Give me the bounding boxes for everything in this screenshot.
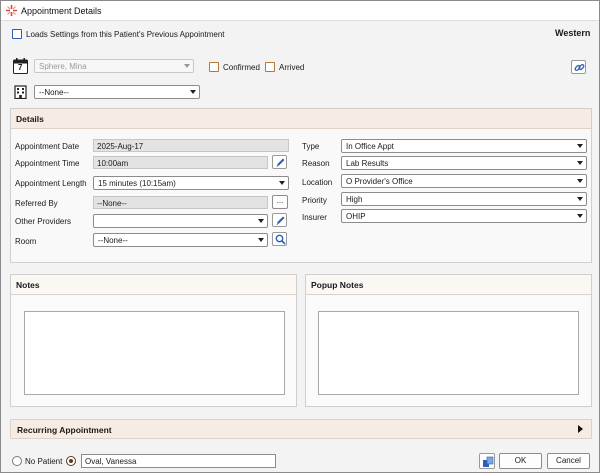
patient-field[interactable]: Oval, Vanessa xyxy=(81,454,276,468)
appointment-date-value: 2025-Aug-17 xyxy=(97,142,144,151)
referred-by-browse-button[interactable]: ... xyxy=(272,195,288,209)
insurer-select[interactable]: OHIP xyxy=(341,209,587,223)
arrived-label: Arrived xyxy=(279,63,305,72)
other-providers-label: Other Providers xyxy=(15,217,72,226)
expand-arrow-icon xyxy=(578,425,583,433)
location-select[interactable]: O Provider's Office xyxy=(341,174,587,188)
location-label: Location xyxy=(302,178,333,187)
type-label: Type xyxy=(302,142,320,151)
recurring-appointment-bar[interactable]: Recurring Appointment xyxy=(10,419,592,439)
edit-providers-button[interactable] xyxy=(272,213,287,227)
pencil-icon xyxy=(276,216,285,225)
type-select[interactable]: In Office Appt xyxy=(341,139,587,153)
building-icon xyxy=(14,85,27,99)
popup-notes-header: Popup Notes xyxy=(306,275,591,295)
notes-header: Notes xyxy=(11,275,296,295)
chevron-down-icon xyxy=(577,197,583,201)
room-value: --None-- xyxy=(98,236,128,245)
location-value: O Provider's Office xyxy=(346,177,413,186)
recurring-heading: Recurring Appointment xyxy=(17,425,112,435)
facility-select[interactable]: --None-- xyxy=(34,85,200,99)
appointment-length-label: Appointment Length xyxy=(15,179,87,188)
chevron-down-icon xyxy=(258,238,264,242)
chevron-down-icon xyxy=(258,219,264,223)
calendar-day: 7 xyxy=(18,63,23,72)
insurer-label: Insurer xyxy=(302,213,327,222)
appointment-time-value: 10:00am xyxy=(97,159,129,168)
no-patient-radio[interactable] xyxy=(12,456,22,466)
type-value: In Office Appt xyxy=(346,142,394,151)
window-title: Appointment Details xyxy=(21,6,102,16)
chevron-down-icon xyxy=(577,144,583,148)
provider-value: Sphere, Mina xyxy=(39,62,87,71)
no-patient-label: No Patient xyxy=(25,457,63,466)
appointment-details-window: Appointment Details Loads Settings from … xyxy=(0,0,600,473)
notes-textarea[interactable] xyxy=(24,311,285,395)
priority-value: High xyxy=(346,195,363,204)
appointment-length-value: 15 minutes (10:15am) xyxy=(98,179,176,188)
copy-button[interactable] xyxy=(479,453,495,469)
pencil-icon xyxy=(276,158,285,167)
load-settings-checkbox[interactable] xyxy=(12,29,22,39)
search-icon xyxy=(275,234,286,245)
notes-panel: Notes xyxy=(10,274,297,407)
link-button[interactable] xyxy=(571,60,586,74)
details-heading: Details xyxy=(16,114,44,124)
appointment-length-select[interactable]: 15 minutes (10:15am) xyxy=(93,176,289,190)
appointment-date-label: Appointment Date xyxy=(15,142,80,151)
appointment-time-field: 10:00am xyxy=(93,156,268,169)
room-label: Room xyxy=(15,237,37,246)
referred-by-field: --None-- xyxy=(93,196,268,209)
patient-value: Oval, Vanessa xyxy=(85,457,137,466)
confirmed-label: Confirmed xyxy=(223,63,260,72)
patient-radio[interactable] xyxy=(66,456,76,466)
priority-select[interactable]: High xyxy=(341,192,587,206)
arrived-checkbox[interactable] xyxy=(265,62,275,72)
insurer-value: OHIP xyxy=(346,212,366,221)
other-providers-select[interactable] xyxy=(93,214,268,228)
chevron-down-icon xyxy=(577,179,583,183)
reason-value: Lab Results xyxy=(346,159,389,168)
region-label: Western xyxy=(555,28,591,38)
app-logo-icon xyxy=(6,5,17,16)
chevron-down-icon xyxy=(279,181,285,185)
cancel-button[interactable]: Cancel xyxy=(547,453,590,469)
referred-by-value: --None-- xyxy=(97,199,127,208)
edit-time-button[interactable] xyxy=(272,155,287,169)
confirmed-checkbox[interactable] xyxy=(209,62,219,72)
details-header: Details xyxy=(11,109,591,129)
popup-notes-heading: Popup Notes xyxy=(311,280,364,290)
reason-label: Reason xyxy=(302,159,330,168)
chevron-down-icon xyxy=(184,64,190,68)
load-settings-label: Loads Settings from this Patient's Previ… xyxy=(26,30,225,39)
appointment-date-field: 2025-Aug-17 xyxy=(93,139,289,152)
popup-notes-textarea[interactable] xyxy=(318,311,579,395)
title-bar: Appointment Details xyxy=(1,1,599,21)
referred-by-label: Referred By xyxy=(15,199,58,208)
chevron-down-icon xyxy=(577,214,583,218)
notes-heading: Notes xyxy=(16,280,40,290)
link-icon xyxy=(574,64,585,71)
priority-label: Priority xyxy=(302,196,327,205)
appointment-time-label: Appointment Time xyxy=(15,159,80,168)
facility-value: --None-- xyxy=(39,88,69,97)
chevron-down-icon xyxy=(577,161,583,165)
popup-notes-panel: Popup Notes xyxy=(305,274,592,407)
chevron-down-icon xyxy=(190,90,196,94)
ok-button[interactable]: OK xyxy=(499,453,542,469)
room-search-button[interactable] xyxy=(272,232,287,246)
reason-select[interactable]: Lab Results xyxy=(341,156,587,170)
provider-select[interactable]: Sphere, Mina xyxy=(34,59,194,73)
room-select[interactable]: --None-- xyxy=(93,233,268,247)
copy-icon xyxy=(483,456,494,467)
